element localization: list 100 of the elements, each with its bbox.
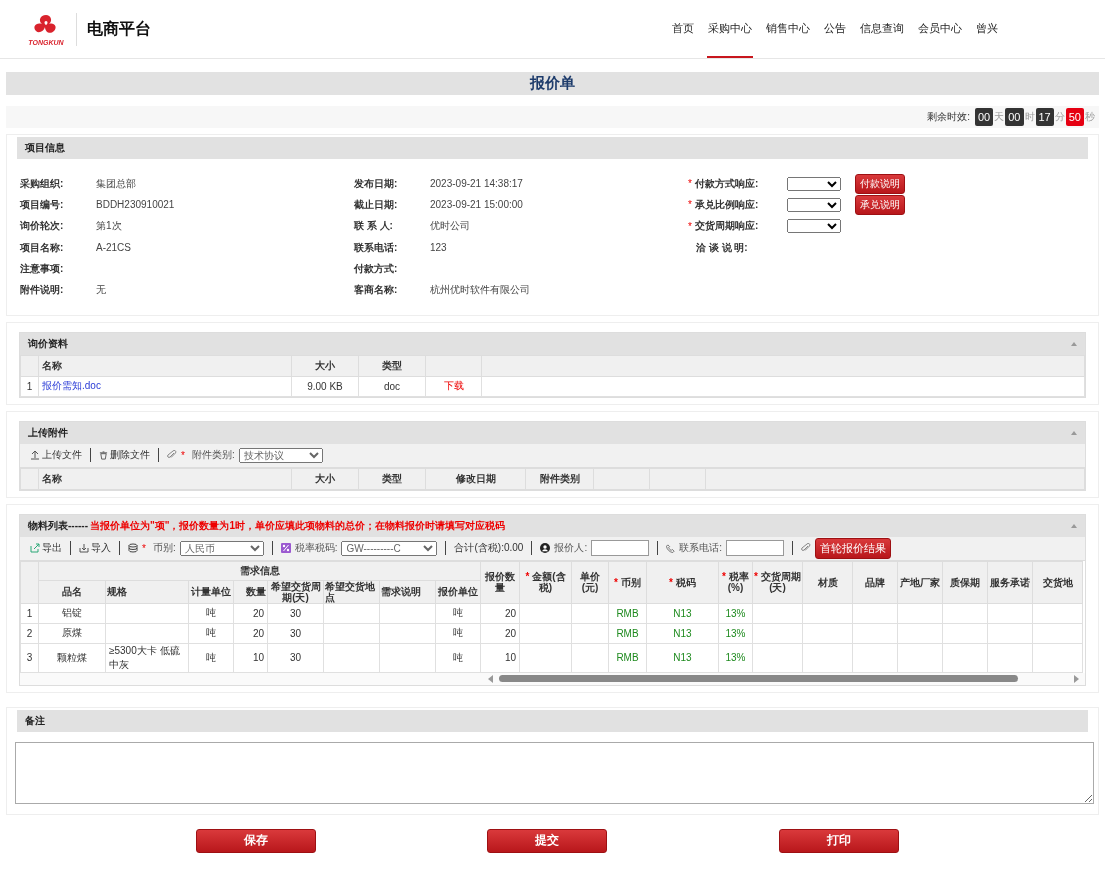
field-label: 项目名称: [20,240,65,255]
column-header: 大小 [291,468,359,490]
column-header: 产地厂家 [897,561,943,604]
scroll-right-icon[interactable] [1074,674,1079,683]
nav-link[interactable]: 会员中心 [917,0,963,58]
table-cell: 吨 [435,643,481,673]
table-cell: 10 [480,643,520,673]
response-select[interactable] [786,197,841,212]
column-header: 附件类别 [525,468,594,490]
action-button[interactable]: 打印 [779,828,900,853]
table-cell: 10 [233,643,268,673]
table-cell: doc [358,376,426,397]
nav-link[interactable]: 销售中心 [765,0,811,58]
section-title: 询价资料 [28,336,68,351]
field-value: 优时公司 [430,219,470,234]
section-title: 项目信息 [25,141,65,155]
row-number: 3 [20,643,39,673]
row-number: 1 [20,376,39,397]
nav-link[interactable]: 首页 [671,0,695,58]
countdown-unit: 秒 [1085,110,1095,124]
nav-link[interactable]: 采购中心 [707,0,753,58]
collapse-icon[interactable] [1071,341,1077,346]
countdown-unit: 分 [1054,110,1065,124]
column-header: 服务承诺 [987,561,1033,604]
paperclip-icon [167,450,177,461]
remarks-textarea[interactable] [15,741,1094,804]
column-header: 材质 [802,561,853,604]
phone-icon [666,543,676,553]
field-label: 发布日期: [354,176,399,191]
scroll-left-icon[interactable] [488,674,493,683]
category-select[interactable]: 技术协议 [238,447,323,463]
table-cell: N13 [646,603,719,624]
import-button[interactable]: 导入 [79,541,111,556]
nav-link[interactable]: 公告 [823,0,847,58]
field-label: 采购组织: [20,176,65,191]
response-select[interactable] [786,176,841,191]
field-value: A-21CS [96,242,131,254]
table-cell: 13% [718,623,753,644]
field-value: 2023-09-21 14:38:17 [430,178,523,190]
field-value: 2023-09-21 15:00:00 [430,199,523,211]
table-cell: 20 [480,603,520,624]
phone-input[interactable] [725,540,784,557]
table-cell: ≥5300大卡 低硫中灰 [105,643,189,673]
nav-link[interactable]: 曾兴 [975,0,999,58]
tax-code-select[interactable]: GW---------C [341,540,438,556]
response-select[interactable] [786,219,841,234]
field-label: 联 系 人: [354,219,394,234]
required-mark: * [688,220,692,232]
export-button[interactable]: 导出 [30,541,62,556]
section-title: 备注 [25,713,45,728]
field-label: 报价人: [554,541,588,556]
field-label: 项目编号: [20,197,65,212]
countdown-unit: 天 [994,110,1005,124]
table-cell: 吨 [188,643,234,673]
column-header: * 金额(含税) [519,561,572,604]
currency-select[interactable]: 人民币 [179,540,264,556]
column-header: * 币别 [608,561,647,604]
nav-link[interactable]: 信息查询 [859,0,905,58]
table-cell: RMB [608,623,647,644]
row-number: 1 [20,603,39,624]
table-cell: 30 [267,603,324,624]
column-header: 类型 [358,355,426,377]
column-header: 报价数量 [480,561,520,604]
upload-button[interactable]: 上传文件 [30,448,82,463]
section-title: 上传附件 [28,425,68,440]
table-cell: 30 [267,643,324,673]
quoter-input[interactable] [591,540,650,557]
delete-button[interactable]: 删除文件 [99,448,150,463]
countdown-value: 50 [1065,108,1084,126]
field-label: 联系电话: [354,240,399,255]
column-header: 修改日期 [425,468,526,490]
column-header: * 税率(%) [718,561,753,604]
collapse-icon[interactable] [1071,523,1077,528]
field-label: 洽 谈 说 明: [695,240,749,255]
site-name: 电商平台 [87,18,151,39]
required-mark: * [688,178,692,190]
field-value: 第1次 [96,219,122,234]
info-button[interactable]: 承兑说明 [854,194,905,215]
action-button[interactable]: 提交 [487,828,608,853]
total-text: 合计(含税):0.00 [454,541,524,556]
upload-icon [30,450,40,461]
field-label: 付款方式响应: [694,176,760,191]
row-number: 2 [20,623,39,644]
file-link[interactable]: 报价需知.doc [42,380,101,392]
group-header: 需求信息 [38,561,481,581]
export-icon [30,543,40,554]
field-label: 截止日期: [354,197,399,212]
required-mark: * [181,449,185,461]
field-label: 承兑比例响应: [694,197,760,212]
collapse-icon[interactable] [1071,430,1077,435]
field-value: BDDH230910021 [96,199,175,211]
column-header: 名称 [38,468,292,490]
field-value: 无 [96,283,106,298]
field-label: 税率税码: [294,541,338,556]
field-label: 附件说明: [20,283,65,298]
action-button[interactable]: 保存 [195,828,316,853]
info-button[interactable]: 付款说明 [854,173,905,194]
page-title: 报价单 [530,74,575,93]
database-icon [128,543,138,554]
first-round-result-button[interactable]: 首轮报价结果 [814,537,891,559]
